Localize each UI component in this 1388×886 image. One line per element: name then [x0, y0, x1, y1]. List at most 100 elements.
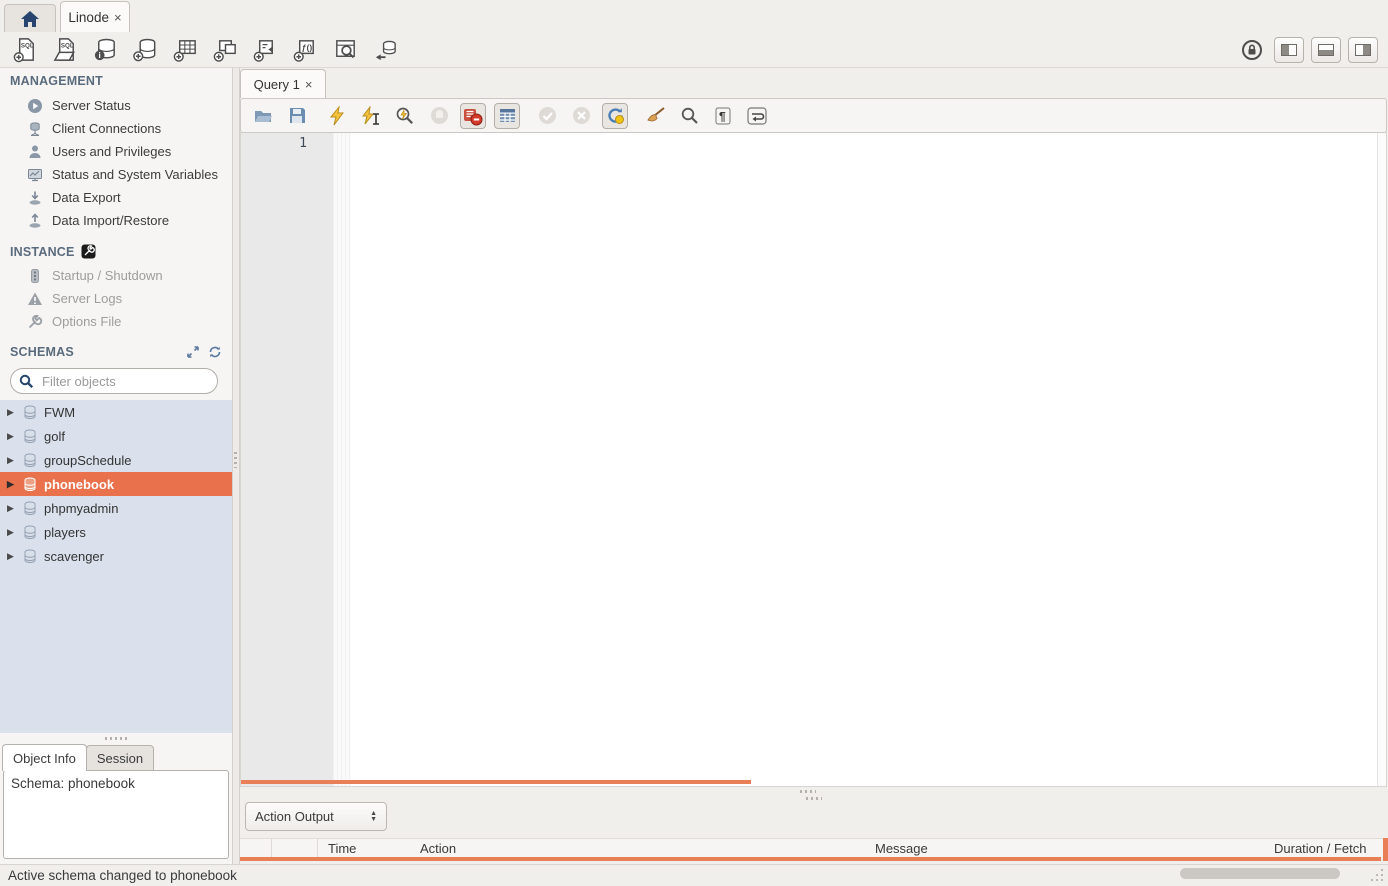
output-view-selector-label: Action Output — [255, 809, 334, 824]
sidebar-splitter[interactable] — [232, 68, 240, 864]
instance-items: Startup / Shutdown Server Logs Options F… — [0, 264, 232, 333]
sidebar-item-options-file[interactable]: Options File — [0, 310, 232, 333]
import-up-arrow-icon — [27, 213, 43, 229]
svg-text:ƒ(): ƒ() — [301, 42, 312, 52]
schema-name: players — [44, 525, 86, 540]
schema-database-icon — [23, 525, 37, 540]
sidebar-item-startup-shutdown[interactable]: Startup / Shutdown — [0, 264, 232, 287]
wrap-text-icon[interactable] — [744, 103, 770, 129]
home-tab[interactable] — [4, 4, 56, 32]
output-vertical-scrollbar[interactable] — [1383, 838, 1388, 861]
open-script-file-icon[interactable]: SQL — [50, 36, 80, 64]
search-data-icon[interactable] — [330, 36, 360, 64]
execute-current-icon[interactable] — [358, 103, 384, 129]
connection-tab-label: Linode — [68, 10, 109, 25]
sidebar-item-label: Data Export — [52, 190, 121, 205]
sidebar-item-client-connections[interactable]: Client Connections — [0, 117, 232, 140]
expander-icon[interactable]: ▶ — [7, 431, 16, 442]
expander-icon[interactable]: ▶ — [7, 503, 16, 514]
toggle-stop-on-error-icon[interactable] — [460, 103, 486, 129]
beautify-icon[interactable] — [642, 103, 668, 129]
connection-tab[interactable]: Linode × — [60, 1, 130, 32]
schema-inspector-icon[interactable]: i — [90, 36, 120, 64]
new-query-tab-icon[interactable]: SQL — [10, 36, 40, 64]
sidebar-item-server-status[interactable]: Server Status — [0, 94, 232, 117]
expander-icon[interactable]: ▶ — [7, 407, 16, 418]
rollback-icon — [568, 103, 594, 129]
stop-icon — [426, 103, 452, 129]
schema-row[interactable]: ▶ scavenger — [0, 544, 232, 568]
create-table-icon[interactable] — [170, 36, 200, 64]
tab-session[interactable]: Session — [86, 745, 154, 771]
invisible-chars-icon[interactable]: ¶ — [710, 103, 736, 129]
mysql-workbench-window: Linode × SQL SQL i — [0, 0, 1388, 886]
output-view-selector[interactable]: Action Output ▲ ▼ — [245, 802, 387, 831]
object-info-text: Schema: phonebook — [11, 776, 135, 791]
expander-icon[interactable]: ▶ — [7, 479, 16, 490]
sidebar-item-label: Status and System Variables — [52, 167, 218, 182]
explain-icon[interactable] — [392, 103, 418, 129]
schema-row[interactable]: ▶ phonebook — [0, 472, 232, 496]
toggle-autocommit-icon[interactable] — [602, 103, 628, 129]
toggle-left-sidebar-icon[interactable] — [1274, 37, 1304, 63]
output-horizontal-scrollbar[interactable] — [240, 857, 1381, 861]
schema-database-icon — [23, 429, 37, 444]
editor-vertical-scrollbar[interactable] — [1377, 133, 1386, 786]
schema-name: groupSchedule — [44, 453, 131, 468]
schema-row[interactable]: ▶ phpmyadmin — [0, 496, 232, 520]
schema-row[interactable]: ▶ groupSchedule — [0, 448, 232, 472]
output-header-cell-status — [240, 839, 272, 857]
refresh-icon[interactable] — [208, 345, 222, 359]
line-number: 1 — [241, 136, 333, 151]
query-tab-label: Query 1 — [254, 77, 300, 92]
toggle-right-sidebar-icon[interactable] — [1348, 37, 1378, 63]
limit-rows-icon[interactable] — [494, 103, 520, 129]
output-splitter-grip[interactable] — [806, 797, 822, 800]
tab-object-info[interactable]: Object Info — [2, 744, 87, 771]
query-tab[interactable]: Query 1 × — [240, 69, 326, 98]
window-resize-grip[interactable] — [1370, 868, 1384, 882]
close-icon[interactable]: × — [114, 10, 122, 25]
schema-row[interactable]: ▶ golf — [0, 424, 232, 448]
action-output-header: Time Action Message Duration / Fetch — [240, 838, 1388, 857]
editor-horizontal-scrollbar[interactable] — [241, 780, 751, 784]
sql-editor[interactable]: 1 — [240, 132, 1387, 787]
create-procedure-icon[interactable] — [250, 36, 280, 64]
expander-icon[interactable]: ▶ — [7, 551, 16, 562]
expand-panel-icon[interactable] — [186, 345, 200, 359]
expander-icon[interactable]: ▶ — [7, 455, 16, 466]
filter-objects-input[interactable] — [40, 373, 220, 390]
sidebar-item-data-import-restore[interactable]: Data Import/Restore — [0, 209, 232, 232]
schema-name: FWM — [44, 405, 75, 420]
create-view-icon[interactable] — [210, 36, 240, 64]
sidebar-item-server-logs[interactable]: Server Logs — [0, 287, 232, 310]
output-header-cell-time: Time — [318, 839, 410, 857]
create-schema-icon[interactable] — [130, 36, 160, 64]
code-fold-margin — [333, 133, 351, 786]
client-connections-icon — [27, 121, 43, 137]
commit-icon — [534, 103, 560, 129]
warning-triangle-icon — [27, 291, 43, 307]
execute-icon[interactable] — [324, 103, 350, 129]
info-panel-tabs: Object Info Session — [2, 744, 154, 771]
output-header-cell-duration: Duration / Fetch — [1264, 839, 1388, 857]
schemas-section-title: SCHEMAS — [10, 345, 222, 359]
expander-icon[interactable]: ▶ — [7, 527, 16, 538]
reconnect-dbms-icon[interactable] — [370, 36, 400, 64]
open-script-icon[interactable] — [250, 103, 276, 129]
save-script-icon[interactable] — [284, 103, 310, 129]
sidebar-item-data-export[interactable]: Data Export — [0, 186, 232, 209]
sidebar-item-users-privileges[interactable]: Users and Privileges — [0, 140, 232, 163]
statusbar-scrollbar-thumb[interactable] — [1180, 868, 1340, 879]
create-function-icon[interactable]: ƒ() — [290, 36, 320, 64]
connection-tabstrip: Linode × — [0, 0, 1388, 32]
schema-row[interactable]: ▶ FWM — [0, 400, 232, 424]
svg-text:SQL: SQL — [60, 43, 73, 50]
toggle-bottom-panel-icon[interactable] — [1311, 37, 1341, 63]
output-splitter-grip[interactable] — [800, 790, 816, 793]
close-icon[interactable]: × — [305, 77, 313, 92]
sidebar-item-status-system-variables[interactable]: Status and System Variables — [0, 163, 232, 186]
sidebar-panel-grip[interactable] — [105, 737, 127, 740]
schema-row[interactable]: ▶ players — [0, 520, 232, 544]
find-icon[interactable] — [676, 103, 702, 129]
